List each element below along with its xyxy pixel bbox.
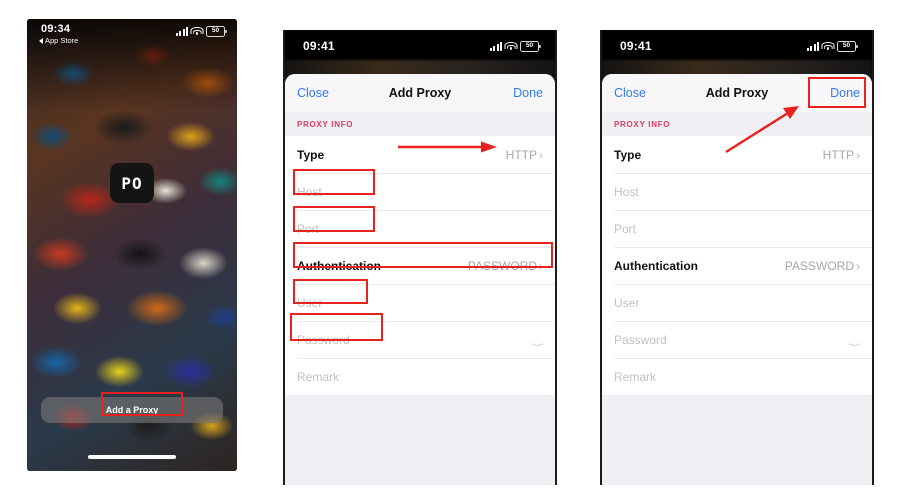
port-input-placeholder: Port [297, 221, 320, 236]
wifi-icon [190, 27, 204, 36]
row-password[interactable]: Password [602, 321, 872, 358]
row-value: PASSWORD › [468, 259, 543, 273]
status-bar-3: 09:41 50 [602, 30, 872, 60]
row-label: Authentication [614, 258, 698, 273]
status-bar-2: 09:41 50 [285, 30, 555, 60]
row-value-text: HTTP [822, 147, 854, 162]
row-value-text: HTTP [505, 147, 537, 162]
row-value-text: PASSWORD [784, 258, 854, 273]
chevron-right-icon: › [856, 258, 860, 273]
wifi-icon [504, 42, 518, 51]
status-indicators: 50 [806, 41, 858, 52]
cellular-signal-icon [489, 42, 502, 51]
proxy-info-form: Type HTTP › Host Port Authentication PAS… [602, 136, 872, 395]
password-input-placeholder: Password [614, 332, 667, 347]
status-indicators: 50 [489, 41, 541, 52]
row-type[interactable]: Type HTTP › [602, 136, 872, 173]
app-icon-label: PO [121, 173, 143, 193]
row-user[interactable]: User [285, 284, 555, 321]
password-input-placeholder: Password [297, 332, 350, 347]
row-host[interactable]: Host [285, 173, 555, 210]
phone-home-screen: 09:34 App Store 50 PO Add a Proxy [27, 19, 237, 471]
cellular-signal-icon [175, 27, 188, 36]
row-type[interactable]: Type HTTP › [285, 136, 555, 173]
row-value: HTTP › [823, 148, 860, 162]
row-port[interactable]: Port [285, 210, 555, 247]
wifi-icon [821, 42, 835, 51]
row-port[interactable]: Port [602, 210, 872, 247]
done-button[interactable]: Done [513, 86, 543, 100]
chevron-right-icon: › [856, 147, 860, 162]
chevron-right-icon: › [539, 258, 543, 273]
show-password-eye-icon[interactable] [530, 336, 545, 346]
back-triangle-icon [39, 37, 43, 44]
row-password[interactable]: Password [285, 321, 555, 358]
row-authentication[interactable]: Authentication PASSWORD › [602, 247, 872, 284]
user-input-placeholder: User [614, 295, 640, 310]
back-to-app-store[interactable]: App Store [39, 36, 78, 45]
row-remark[interactable]: Remark [285, 358, 555, 395]
status-time: 09:41 [620, 39, 652, 53]
show-password-eye-icon[interactable] [847, 336, 862, 346]
row-label: Type [297, 147, 325, 162]
cellular-signal-icon [806, 42, 819, 51]
row-host[interactable]: Host [602, 173, 872, 210]
app-icon-badge[interactable]: PO [110, 163, 154, 203]
host-input-placeholder: Host [614, 184, 639, 199]
row-value: PASSWORD › [785, 259, 860, 273]
status-time: 09:34 [41, 23, 71, 35]
add-a-proxy-button[interactable]: Add a Proxy [41, 397, 223, 423]
battery-icon: 50 [206, 26, 227, 37]
status-time: 09:41 [303, 39, 335, 53]
phone-add-proxy-annotated: 09:41 50 Close Add Proxy Done PROXY INFO… [283, 30, 557, 485]
row-remark[interactable]: Remark [602, 358, 872, 395]
done-button[interactable]: Done [830, 86, 860, 100]
status-indicators: 50 [175, 26, 227, 37]
battery-icon: 50 [837, 41, 858, 52]
battery-level: 50 [842, 42, 851, 50]
battery-level: 50 [525, 42, 534, 50]
back-label: App Store [45, 36, 79, 45]
battery-level: 50 [211, 27, 220, 35]
row-user[interactable]: User [602, 284, 872, 321]
status-bar-1: 09:34 App Store 50 [27, 19, 237, 49]
remark-input-placeholder: Remark [297, 369, 340, 384]
section-header-proxy-info: PROXY INFO [602, 112, 872, 136]
row-value-text: PASSWORD [467, 258, 537, 273]
row-label: Type [614, 147, 642, 162]
battery-icon: 50 [520, 41, 541, 52]
user-input-placeholder: User [297, 295, 323, 310]
home-indicator [88, 455, 176, 459]
phone-add-proxy-done: 09:41 50 Close Add Proxy Done PROXY INFO… [600, 30, 874, 485]
add-proxy-sheet: Close Add Proxy Done PROXY INFO Type HTT… [285, 74, 555, 485]
sheet-nav-bar: Close Add Proxy Done [602, 74, 872, 112]
screenshot-stage: 09:34 App Store 50 PO Add a Proxy 09:41 … [0, 0, 900, 500]
add-proxy-sheet: Close Add Proxy Done PROXY INFO Type HTT… [602, 74, 872, 485]
proxy-info-form: Type HTTP › Host Port Authentication PAS… [285, 136, 555, 395]
row-value: HTTP › [506, 148, 543, 162]
add-a-proxy-label: Add a Proxy [105, 405, 159, 415]
host-input-placeholder: Host [297, 184, 322, 199]
row-authentication[interactable]: Authentication PASSWORD › [285, 247, 555, 284]
row-label: Authentication [297, 258, 381, 273]
section-header-proxy-info: PROXY INFO [285, 112, 555, 136]
chevron-right-icon: › [539, 147, 543, 162]
port-input-placeholder: Port [614, 221, 637, 236]
remark-input-placeholder: Remark [614, 369, 657, 384]
sheet-nav-bar: Close Add Proxy Done [285, 74, 555, 112]
